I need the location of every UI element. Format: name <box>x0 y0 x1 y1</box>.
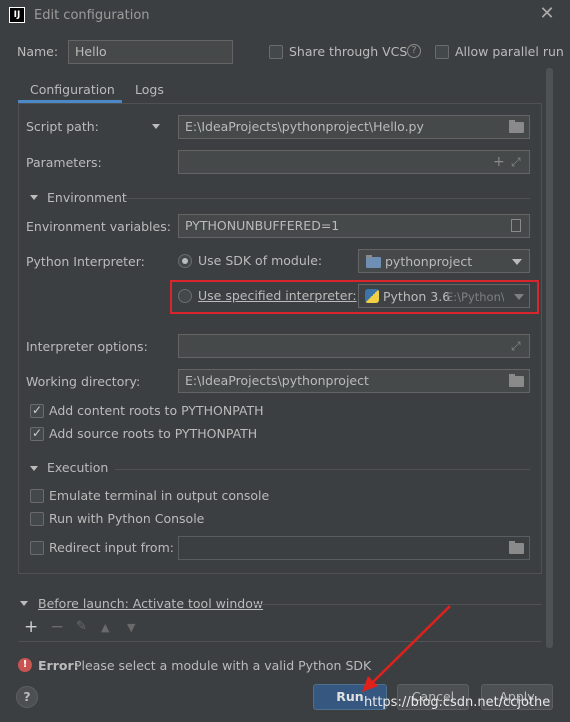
script-path-label: Script path: <box>26 119 99 134</box>
parameters-input[interactable] <box>178 150 530 174</box>
section-divider <box>125 198 530 199</box>
edit-task-icon[interactable]: ✎ <box>76 620 87 634</box>
redirect-input-label: Redirect input from: <box>49 540 174 555</box>
share-vcs-label: Share through VCS <box>289 44 408 59</box>
script-path-dropdown-icon[interactable] <box>152 124 160 129</box>
move-down-icon[interactable]: ▼ <box>127 621 135 634</box>
working-dir-input[interactable]: E:\IdeaProjects\pythonproject <box>178 369 530 393</box>
emulate-terminal-checkbox[interactable] <box>30 489 44 503</box>
redirect-input-checkbox[interactable] <box>30 541 44 555</box>
chevron-down-icon[interactable] <box>30 195 38 200</box>
working-dir-label: Working directory: <box>26 374 141 389</box>
tab-logs[interactable]: Logs <box>135 82 164 97</box>
run-python-console-label: Run with Python Console <box>49 511 205 526</box>
use-sdk-label: Use SDK of module: <box>198 253 323 268</box>
execution-section-title: Execution <box>47 460 109 475</box>
add-task-icon[interactable]: + <box>24 619 38 636</box>
environment-section-title: Environment <box>47 190 127 205</box>
before-launch-divider <box>18 641 542 642</box>
close-icon[interactable]: ✕ <box>537 4 557 24</box>
chevron-down-icon[interactable] <box>30 466 38 471</box>
name-input[interactable]: Hello <box>68 40 233 64</box>
folder-icon[interactable] <box>509 374 524 387</box>
section-divider <box>115 469 530 470</box>
redirect-input-field[interactable] <box>178 536 530 560</box>
remove-task-icon[interactable]: − <box>50 619 64 636</box>
sdk-module-value: pythonproject <box>385 254 473 269</box>
interpreter-options-input[interactable] <box>178 334 530 358</box>
use-sdk-radio[interactable] <box>178 254 192 268</box>
folder-icon[interactable] <box>509 120 524 133</box>
window-title: Edit configuration <box>34 8 150 23</box>
add-source-roots-checkbox[interactable] <box>30 426 44 441</box>
watermark: https://blog.csdn.net/ccjothe <box>364 695 551 710</box>
edit-list-icon[interactable] <box>511 219 521 232</box>
help-button[interactable]: ? <box>16 686 38 708</box>
allow-parallel-checkbox[interactable] <box>435 45 449 59</box>
expand-icon[interactable]: ⤢ <box>511 339 521 353</box>
section-divider <box>252 604 542 605</box>
plus-icon[interactable]: + <box>493 155 505 169</box>
vertical-scrollbar[interactable] <box>546 68 553 648</box>
script-path-input[interactable]: E:\IdeaProjects\pythonproject\Hello.py <box>178 115 530 139</box>
chevron-down-icon[interactable] <box>20 601 28 606</box>
annotation-highlight-box <box>170 280 539 314</box>
interpreter-label: Python Interpreter: <box>26 254 145 269</box>
parameters-label: Parameters: <box>26 155 102 170</box>
add-content-roots-label: Add content roots to PYTHONPATH <box>49 403 264 418</box>
add-content-roots-checkbox[interactable] <box>30 403 44 418</box>
interpreter-options-label: Interpreter options: <box>26 339 148 354</box>
intellij-app-icon: IJ <box>9 7 25 23</box>
name-label: Name: <box>17 44 59 59</box>
error-message: Please select a module with a valid Pyth… <box>74 658 372 673</box>
annotation-arrow-shaft <box>371 605 451 684</box>
error-prefix: Error: <box>38 658 79 673</box>
run-python-console-checkbox[interactable] <box>30 512 44 526</box>
help-icon[interactable]: ? <box>407 44 421 58</box>
expand-icon[interactable]: ⤢ <box>511 155 521 169</box>
chevron-down-icon[interactable] <box>512 259 522 265</box>
before-launch-label: Before launch: Activate tool window <box>38 596 264 611</box>
folder-icon[interactable] <box>509 541 524 554</box>
error-icon: ! <box>18 658 32 672</box>
allow-parallel-label: Allow parallel run <box>455 44 564 59</box>
add-source-roots-label: Add source roots to PYTHONPATH <box>49 426 258 441</box>
tab-configuration[interactable]: Configuration <box>30 82 115 97</box>
module-folder-icon <box>366 255 381 268</box>
env-vars-input[interactable]: PYTHONUNBUFFERED=1 <box>178 214 530 238</box>
env-vars-label: Environment variables: <box>26 219 171 234</box>
emulate-terminal-label: Emulate terminal in output console <box>49 488 270 503</box>
share-vcs-checkbox[interactable] <box>269 45 283 59</box>
move-up-icon[interactable]: ▲ <box>101 621 109 634</box>
